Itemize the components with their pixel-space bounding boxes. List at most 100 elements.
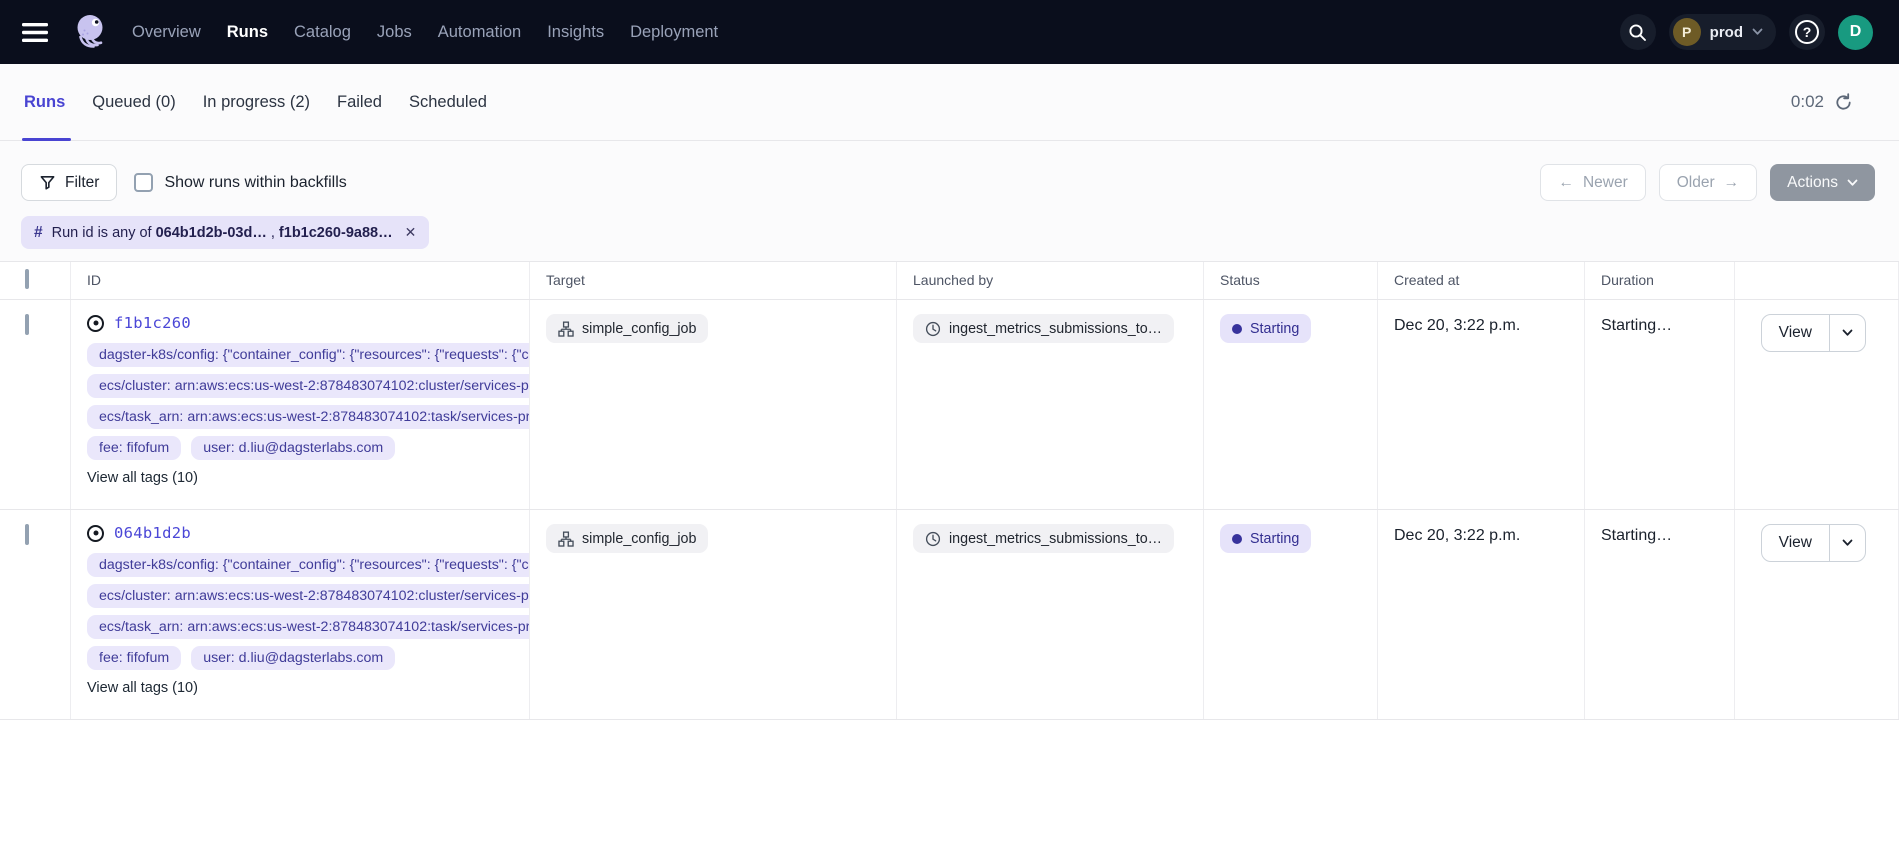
help-icon: ? (1795, 20, 1819, 44)
clock-icon (925, 531, 941, 547)
tab-queued[interactable]: Queued (0) (92, 64, 175, 140)
table-row: f1b1c260 dagster-k8s/config: {"container… (0, 300, 1899, 510)
actions-cell: View (1735, 510, 1899, 719)
user-avatar[interactable]: D (1838, 15, 1873, 50)
run-id-link[interactable]: f1b1c260 (87, 314, 529, 332)
created-at-cell: Dec 20, 3:22 p.m. (1378, 510, 1585, 719)
nav-item-insights[interactable]: Insights (547, 23, 604, 42)
target-cell: simple_config_job (530, 510, 897, 719)
newer-button[interactable]: ← Newer (1540, 164, 1645, 201)
row-checkbox[interactable] (25, 524, 29, 545)
run-tag[interactable]: ecs/cluster: arn:aws:ecs:us-west-2:87848… (87, 584, 530, 608)
launched-by-pill[interactable]: ingest_metrics_submissions_to… (913, 524, 1174, 553)
search-button[interactable] (1620, 14, 1656, 50)
nav-item-automation[interactable]: Automation (438, 23, 521, 42)
view-dropdown-button[interactable] (1830, 315, 1865, 351)
empty-area (0, 720, 1899, 832)
deployment-switcher[interactable]: P prod (1669, 14, 1776, 50)
active-filters-row: # Run id is any of 064b1d2b-03d… , f1b1c… (0, 209, 1899, 261)
status-cell: Starting (1204, 510, 1378, 719)
clock-icon (925, 321, 941, 337)
nav-item-catalog[interactable]: Catalog (294, 23, 351, 42)
actions-button[interactable]: Actions (1770, 164, 1875, 201)
menu-icon[interactable] (22, 23, 48, 42)
target-cell: simple_config_job (530, 300, 897, 509)
view-button[interactable]: View (1762, 525, 1830, 561)
tab-scheduled[interactable]: Scheduled (409, 64, 487, 140)
view-all-tags-link[interactable]: View all tags (10) (87, 470, 198, 486)
help-button[interactable]: ? (1789, 14, 1825, 50)
filter-toolbar: Filter Show runs within backfills ← Newe… (0, 141, 1899, 209)
job-pill[interactable]: simple_config_job (546, 524, 708, 553)
row-checkbox-cell (0, 510, 71, 719)
nav-right: P prod ? D (1620, 14, 1873, 50)
id-cell: f1b1c260 dagster-k8s/config: {"container… (71, 300, 530, 509)
nav-links: Overview Runs Catalog Jobs Automation In… (132, 23, 718, 42)
refresh-area: 0:02 (1791, 64, 1899, 140)
backfills-toggle[interactable]: Show runs within backfills (134, 173, 346, 192)
duration-cell: Starting… (1585, 300, 1735, 509)
pagination-actions: ← Newer Older → Actions (1540, 164, 1875, 201)
select-all-checkbox[interactable] (25, 269, 29, 289)
backfills-label: Show runs within backfills (164, 174, 346, 192)
run-tag[interactable]: dagster-k8s/config: {"container_config":… (87, 343, 530, 367)
run-status-target-icon (87, 315, 104, 332)
arrow-left-icon: ← (1558, 174, 1574, 192)
run-tag[interactable]: fee: fifofum (87, 436, 181, 460)
chip-text: Run id is any of 064b1d2b-03d… , f1b1c26… (52, 225, 393, 241)
nav-item-jobs[interactable]: Jobs (377, 23, 412, 42)
nav-left: Overview Runs Catalog Jobs Automation In… (22, 12, 718, 52)
close-icon[interactable]: ✕ (405, 224, 417, 241)
job-graph-icon (558, 531, 574, 547)
run-tag[interactable]: dagster-k8s/config: {"container_config":… (87, 553, 530, 577)
env-name: prod (1710, 24, 1743, 41)
table-header: ID Target Launched by Status Created at … (0, 262, 1899, 300)
run-tag[interactable]: fee: fifofum (87, 646, 181, 670)
header-id: ID (71, 262, 530, 299)
nav-item-overview[interactable]: Overview (132, 23, 201, 42)
runs-tabs-row: Runs Queued (0) In progress (2) Failed S… (0, 64, 1899, 141)
status-dot-icon (1232, 534, 1242, 544)
tab-runs[interactable]: Runs (24, 64, 65, 140)
older-button[interactable]: Older → (1659, 164, 1757, 201)
launched-by-pill[interactable]: ingest_metrics_submissions_to… (913, 314, 1174, 343)
view-dropdown-button[interactable] (1830, 525, 1865, 561)
run-tag[interactable]: ecs/task_arn: arn:aws:ecs:us-west-2:8784… (87, 405, 530, 429)
run-id-link[interactable]: 064b1d2b (87, 524, 529, 542)
filter-button[interactable]: Filter (21, 164, 117, 201)
top-navbar: Overview Runs Catalog Jobs Automation In… (0, 0, 1899, 64)
view-split-button: View (1761, 314, 1866, 352)
row-checkbox[interactable] (25, 314, 29, 335)
backfills-checkbox[interactable] (134, 173, 153, 192)
search-icon (1628, 23, 1647, 42)
run-tag[interactable]: ecs/task_arn: arn:aws:ecs:us-west-2:8784… (87, 615, 530, 639)
dagster-logo-icon[interactable] (72, 12, 110, 52)
table-row: 064b1d2b dagster-k8s/config: {"container… (0, 510, 1899, 720)
id-cell: 064b1d2b dagster-k8s/config: {"container… (71, 510, 530, 719)
run-tag[interactable]: user: d.liu@dagsterlabs.com (191, 436, 395, 460)
header-duration: Duration (1585, 262, 1735, 299)
view-all-tags-link[interactable]: View all tags (10) (87, 680, 198, 696)
launched-by-cell: ingest_metrics_submissions_to… (897, 300, 1204, 509)
launched-by-cell: ingest_metrics_submissions_to… (897, 510, 1204, 719)
status-badge[interactable]: Starting (1220, 314, 1311, 343)
job-graph-icon (558, 321, 574, 337)
tab-in-progress[interactable]: In progress (2) (203, 64, 310, 140)
nav-item-runs[interactable]: Runs (227, 23, 268, 42)
run-id-filter-chip[interactable]: # Run id is any of 064b1d2b-03d… , f1b1c… (21, 216, 429, 249)
run-tag[interactable]: ecs/cluster: arn:aws:ecs:us-west-2:87848… (87, 374, 530, 398)
runs-table: ID Target Launched by Status Created at … (0, 261, 1899, 720)
header-checkbox-cell (0, 262, 71, 299)
row-checkbox-cell (0, 300, 71, 509)
header-status: Status (1204, 262, 1378, 299)
view-button[interactable]: View (1762, 315, 1830, 351)
job-pill[interactable]: simple_config_job (546, 314, 708, 343)
status-badge[interactable]: Starting (1220, 524, 1311, 553)
status-dot-icon (1232, 324, 1242, 334)
tab-failed[interactable]: Failed (337, 64, 382, 140)
run-tag[interactable]: user: d.liu@dagsterlabs.com (191, 646, 395, 670)
status-cell: Starting (1204, 300, 1378, 509)
nav-item-deployment[interactable]: Deployment (630, 23, 718, 42)
runs-tabs: Runs Queued (0) In progress (2) Failed S… (0, 64, 487, 140)
refresh-icon[interactable] (1834, 93, 1853, 112)
